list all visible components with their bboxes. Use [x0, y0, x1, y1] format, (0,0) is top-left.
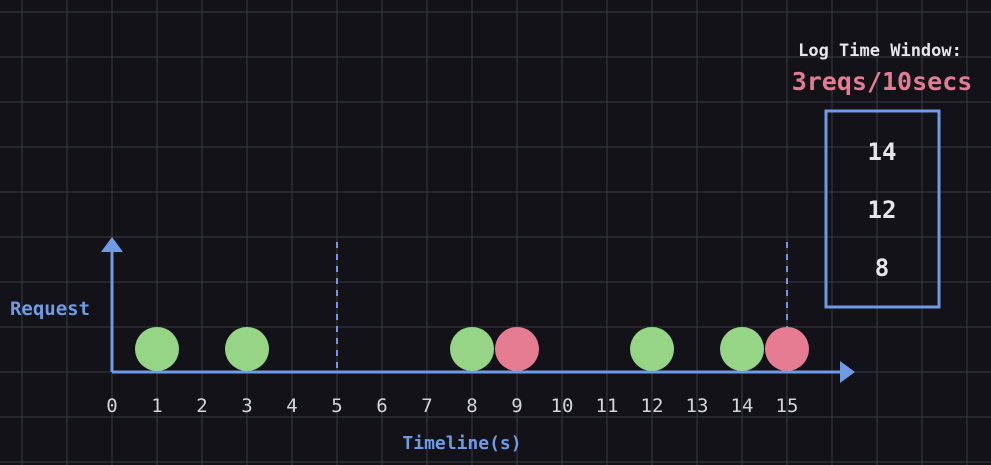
tick-label: 6: [376, 395, 387, 417]
accepted-request-dot: [450, 327, 494, 371]
request-dots: [135, 327, 809, 371]
log-entries: 14 12 8: [868, 138, 897, 282]
tick-label: 4: [286, 395, 297, 417]
accepted-request-dot: [225, 327, 269, 371]
tick-label: 8: [466, 395, 477, 417]
tick-label: 11: [596, 395, 619, 417]
log-entry: 12: [868, 196, 897, 224]
tick-label: 3: [241, 395, 252, 417]
tick-label: 2: [196, 395, 207, 417]
log-entry: 8: [875, 254, 889, 282]
rejected-request-dot: [765, 327, 809, 371]
tick-label: 13: [686, 395, 709, 417]
timeline-tick-labels: 0 1 2 3 4 5 6 7 8 9 10 11 12 13 14 15: [106, 395, 798, 417]
tick-label: 12: [641, 395, 664, 417]
window-rate: 3reqs/10secs: [792, 67, 973, 96]
rejected-request-dot: [495, 327, 539, 371]
x-axis-label: Timeline(s): [402, 433, 521, 454]
y-axis-arrow-icon: [101, 237, 123, 252]
log-entry: 14: [868, 138, 897, 166]
tick-label: 0: [106, 395, 117, 417]
rate-limiter-diagram: 0 1 2 3 4 5 6 7 8 9 10 11 12 13 14 15 Request Timeline(…: [0, 0, 991, 465]
tick-label: 9: [511, 395, 522, 417]
window-title: Log Time Window:: [798, 41, 962, 61]
tick-label: 5: [331, 395, 342, 417]
x-axis-arrow-icon: [840, 361, 855, 383]
tick-label: 7: [421, 395, 432, 417]
tick-label: 10: [551, 395, 574, 417]
tick-label: 15: [776, 395, 799, 417]
accepted-request-dot: [720, 327, 764, 371]
tick-label: 14: [731, 395, 754, 417]
accepted-request-dot: [135, 327, 179, 371]
accepted-request-dot: [630, 327, 674, 371]
tick-label: 1: [151, 395, 162, 417]
y-axis-label: Request: [10, 298, 90, 320]
